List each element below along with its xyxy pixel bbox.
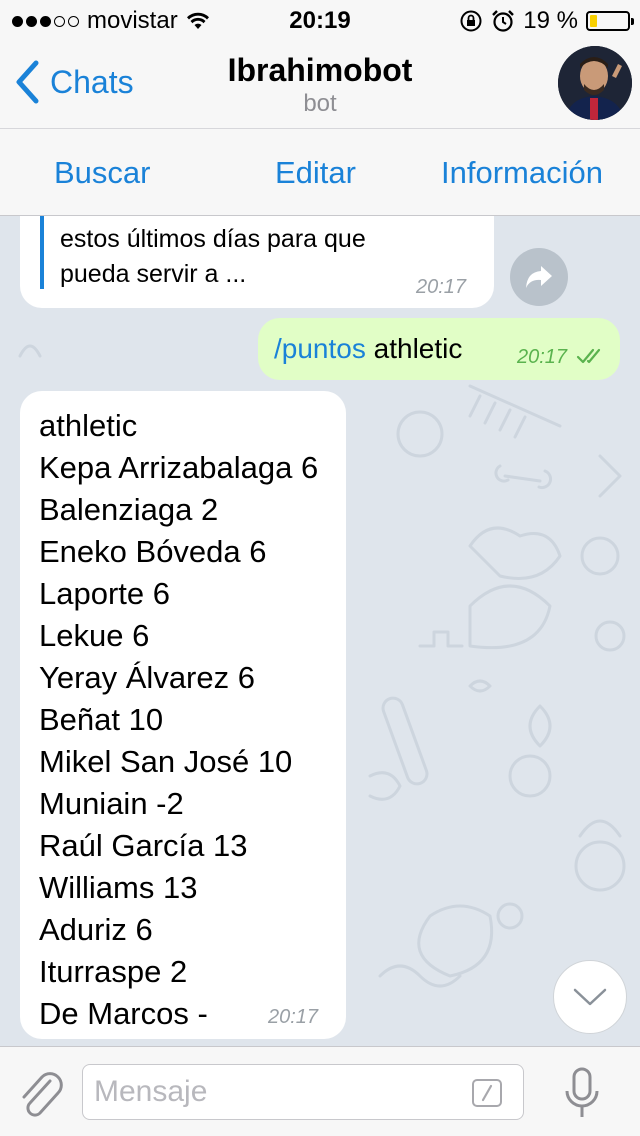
message-bubble-incoming[interactable]: athletic Kepa Arrizabalaga 6 Balenziaga 2 E… [20, 391, 346, 1039]
message-text-line: Beñat 10 [39, 702, 164, 737]
forward-button[interactable] [510, 248, 568, 306]
message-text: /puntos athletic [274, 333, 462, 365]
scroll-down-button[interactable] [553, 960, 627, 1034]
message-bubble-incoming[interactable]: estos últimos días para que pueda servir… [20, 216, 494, 308]
message-text-line: Lekue 6 [39, 618, 150, 653]
message-time: 20:17 [517, 346, 568, 368]
chat-subtitle: bot [303, 90, 337, 117]
battery-icon [586, 11, 634, 31]
message-text-line: Balenziaga 2 [39, 492, 219, 527]
message-input[interactable] [82, 1064, 524, 1120]
search-button[interactable]: Buscar [54, 155, 150, 191]
message-text-line: athletic [39, 408, 138, 443]
message-text-line: Williams 13 [39, 870, 198, 905]
bot-command-link[interactable]: /puntos [274, 333, 366, 364]
battery-percent: 19 % [523, 7, 578, 34]
message-text-line: Eneko Bóveda 6 [39, 534, 267, 569]
nav-bar: Chats Ibrahimobot bot [0, 40, 640, 128]
avatar-photo [558, 46, 632, 120]
chat-toolbar: Buscar Editar Información [0, 128, 640, 216]
lock-rotation-icon [460, 10, 482, 32]
message-text-line: Kepa Arrizabalaga 6 [39, 450, 319, 485]
message-text-line: estos últimos días para que [60, 225, 366, 253]
quote-bar [40, 216, 44, 289]
status-right: 19 % [459, 7, 634, 35]
read-checkmarks-icon [576, 348, 601, 364]
chat-area[interactable]: estos últimos días para que pueda servir… [0, 216, 640, 1046]
slash-icon [481, 1084, 493, 1102]
message-text-line: Iturraspe 2 [39, 954, 188, 989]
message-text-line: pueda servir a ... [60, 260, 247, 288]
chat-title: Ibrahimobot [227, 52, 413, 88]
message-text-line: Mikel San José 10 [39, 744, 293, 779]
message-text-line: Yeray Álvarez 6 [39, 660, 255, 695]
share-arrow-icon [526, 266, 552, 288]
message-time: 20:17 [268, 1006, 319, 1028]
chevron-down-icon [573, 988, 607, 1006]
bot-commands-button[interactable] [472, 1079, 502, 1107]
command-argument: athletic [365, 333, 463, 364]
message-text-line: Raúl García 13 [39, 828, 248, 863]
edit-button[interactable]: Editar [275, 155, 356, 191]
message-text: athletic Kepa Arrizabalaga 6 Balenziaga 2 E… [39, 405, 318, 1035]
message-text-line: Aduriz 6 [39, 912, 153, 947]
message-text-line: Laporte 6 [39, 576, 170, 611]
message-bubble-outgoing[interactable]: /puntos athletic 20:17 [258, 318, 620, 380]
avatar[interactable] [558, 46, 632, 120]
battery-level [590, 15, 597, 27]
info-button[interactable]: Información [441, 155, 603, 191]
alarm-icon [492, 10, 515, 32]
microphone-icon[interactable] [562, 1067, 602, 1121]
message-time: 20:17 [416, 276, 467, 298]
status-bar: movistar 20:19 19 % [0, 0, 640, 40]
message-text-line: Muniain -2 [39, 786, 184, 821]
attach-paperclip-icon[interactable] [16, 1067, 64, 1119]
message-input-bar [0, 1046, 640, 1136]
